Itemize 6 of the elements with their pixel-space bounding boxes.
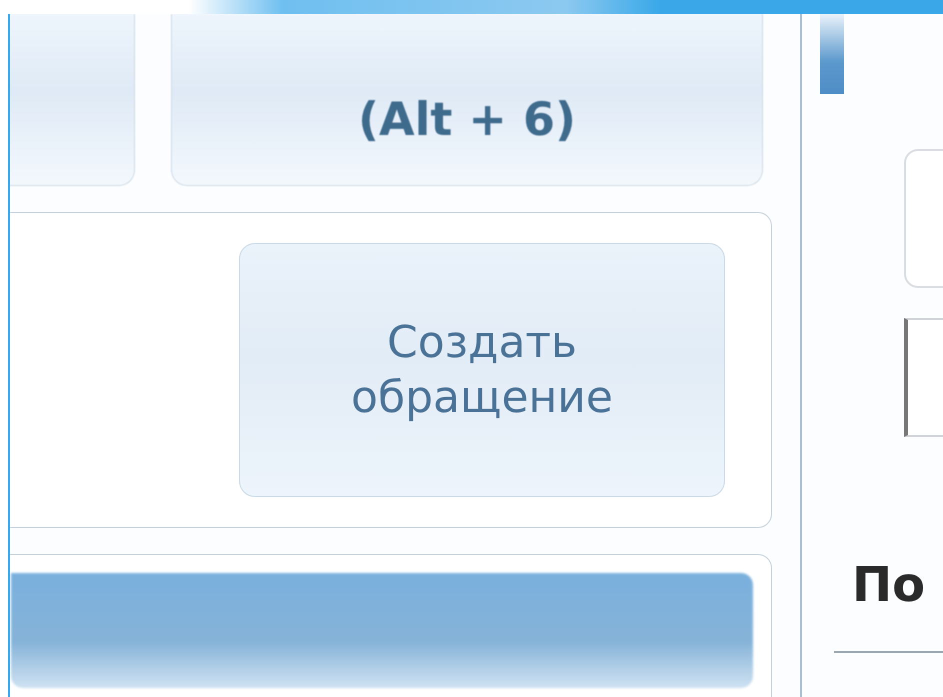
- toolbar-button[interactable]: [10, 14, 135, 186]
- input-field[interactable]: [904, 318, 943, 437]
- input-field[interactable]: [904, 149, 943, 288]
- section-heading: По: [852, 557, 926, 613]
- toolbar-button[interactable]: (Alt + 6): [171, 14, 763, 186]
- create-request-button[interactable]: Создать обращение: [239, 243, 725, 497]
